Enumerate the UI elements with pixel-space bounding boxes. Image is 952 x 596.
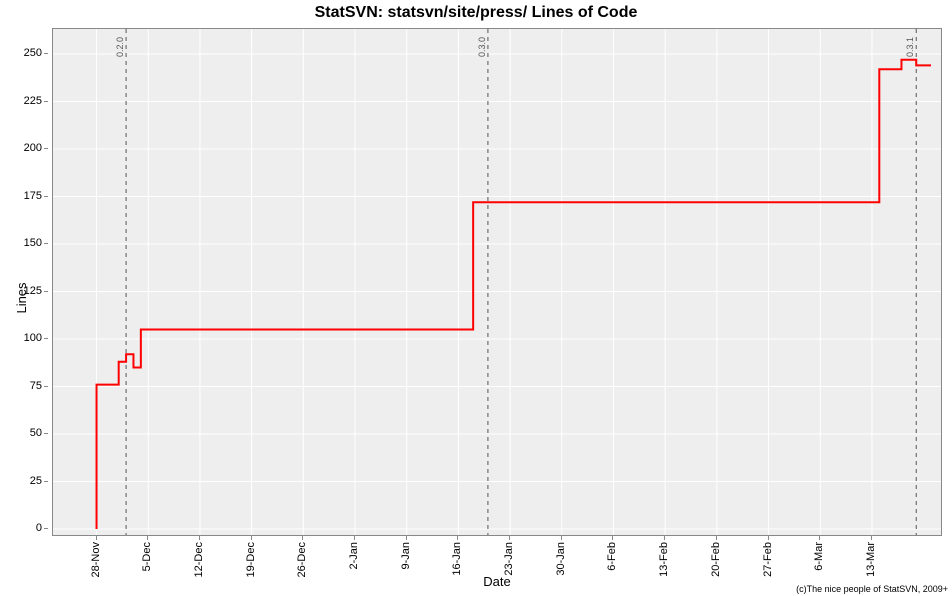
x-tick-label: 5-Dec [141, 542, 153, 571]
chart-title: StatSVN: statsvn/site/press/ Lines of Co… [0, 4, 952, 22]
x-tick-label: 13-Feb [658, 542, 670, 577]
x-tick-label: 13-Mar [865, 542, 877, 577]
x-tick-label: 16-Jan [451, 542, 463, 576]
x-tick-label: 23-Jan [503, 542, 515, 576]
svg-text:0.3.1: 0.3.1 [905, 37, 915, 57]
y-ticks: 0 25 50 75 100 125 150 175 200 225 250 [0, 28, 48, 536]
y-tick-label: 200 [24, 142, 42, 154]
x-tick-label: 19-Dec [245, 542, 257, 577]
y-tick-label: 125 [24, 285, 42, 297]
y-tick-label: 250 [24, 47, 42, 59]
x-tick-label: 20-Feb [710, 542, 722, 577]
y-tick-label: 75 [30, 380, 42, 392]
y-tick-label: 0 [36, 522, 42, 534]
svg-text:0.2.0: 0.2.0 [115, 37, 125, 57]
x-ticks: 28-Nov 5-Dec 12-Dec 19-Dec 26-Dec 2-Jan 9-Jan 1… [52, 536, 942, 574]
x-tick-label: 28-Nov [90, 542, 102, 577]
y-tick-label: 25 [30, 475, 42, 487]
x-tick-label: 9-Jan [400, 542, 412, 570]
y-tick-label: 50 [30, 427, 42, 439]
y-tick-label: 100 [24, 332, 42, 344]
x-tick-label: 12-Dec [193, 542, 205, 577]
x-tick-label: 2-Jan [348, 542, 360, 570]
plot-area: 0.2.0 0.3.0 0.3.1 [52, 28, 942, 536]
x-tick-label: 30-Jan [555, 542, 567, 576]
credit-text: (c)The nice people of StatSVN, 2009+ [796, 584, 948, 594]
svg-text:0.3.0: 0.3.0 [477, 37, 487, 57]
x-tick-label: 6-Mar [813, 542, 825, 571]
x-tick-label: 27-Feb [762, 542, 774, 577]
y-tick-label: 175 [24, 190, 42, 202]
y-tick-label: 150 [24, 237, 42, 249]
x-tick-label: 26-Dec [296, 542, 308, 577]
y-tick-label: 225 [24, 95, 42, 107]
x-tick-label: 6-Feb [606, 542, 618, 571]
